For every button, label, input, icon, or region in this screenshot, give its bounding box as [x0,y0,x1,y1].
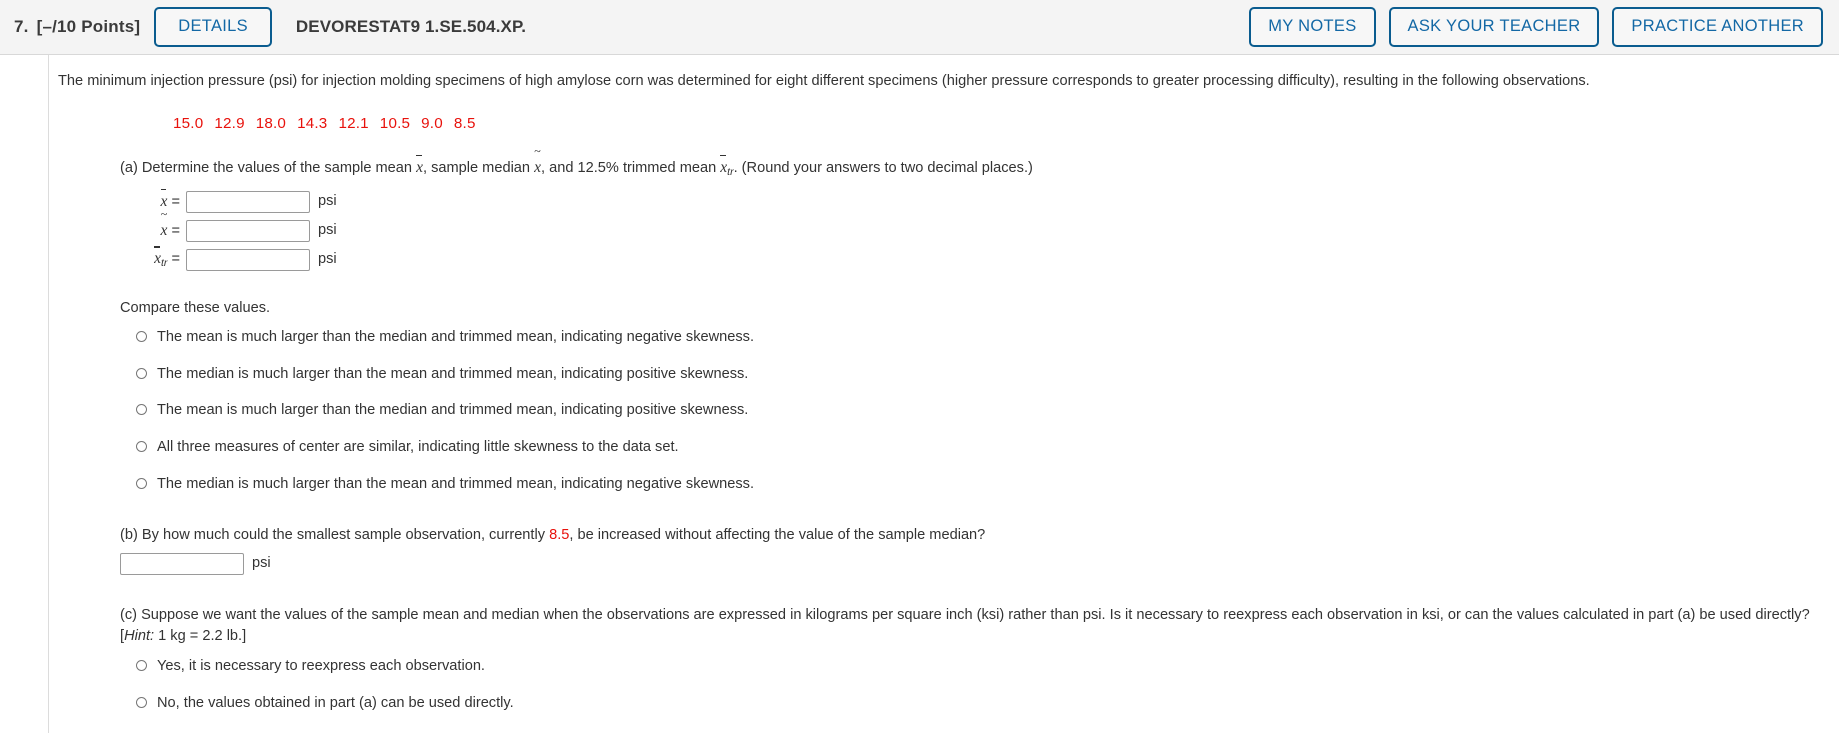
observation-value: 15.0 [173,114,204,132]
radio-button-icon[interactable] [136,659,147,671]
observation-value: 12.9 [214,114,245,132]
question-content: The minimum injection pressure (psi) for… [58,55,1839,714]
part-c-option-2[interactable]: No, the values obtained in part (a) can … [136,693,1821,715]
observation-value: 8.5 [453,114,476,132]
radio-button-icon[interactable] [136,404,147,416]
median-unit-label: psi [318,222,337,239]
radio-button-icon[interactable] [136,441,147,452]
header-actions: MY NOTES ASK YOUR TEACHER PRACTICE ANOTH… [1249,7,1829,47]
part-a-prompt-seg3: , and 12.5% trimmed mean [541,160,721,177]
trimmed-mean-input-label: xtr = [120,246,186,272]
points-label: [–/10 Points] [36,17,141,36]
option-label: All three measures of center are similar… [157,439,679,455]
question-number: 7. [14,17,29,36]
part-a-prompt-seg1: (a) Determine the values of the sample m… [120,160,417,177]
mean-input-row: x = psi [120,188,1821,214]
option-label: The mean is much larger than the median … [157,329,755,346]
part-c-option-1[interactable]: Yes, it is necessary to reexpress each o… [136,656,1821,678]
part-c-prompt-seg1: (c) Suppose we want the values of the sa… [120,606,1810,645]
equals-sign: = [171,193,180,210]
option-label: The mean is much larger than the median … [157,402,749,419]
observation-value: 14.3 [297,114,328,132]
trimmed-mean-unit-label: psi [318,251,337,268]
left-rule-divider [48,55,49,733]
mean-unit-label: psi [318,193,337,210]
trimmed-mean-input-row: xtr = psi [120,246,1821,272]
part-a-inputs: x = psi x = psi xtr = psi [120,188,1821,272]
option-label: The median is much larger than the mean … [157,365,749,382]
question-code: DEVORESTAT9 1.SE.504.XP. [295,17,527,36]
part-c-prompt: (c) Suppose we want the values of the sa… [120,605,1821,648]
trimmed-mean-input[interactable] [186,249,310,272]
part-b-unit-label: psi [252,554,271,571]
option-label: The median is much larger than the mean … [157,475,755,492]
part-a-option-3[interactable]: The mean is much larger than the median … [136,400,1821,422]
my-notes-button[interactable]: MY NOTES [1249,7,1376,47]
radio-button-icon[interactable] [136,696,147,708]
observation-value: 10.5 [379,114,411,132]
observations-list: 15.0 12.9 18.0 14.3 12.1 10.5 9.0 8.5 [173,113,1821,136]
equals-sign: = [171,251,180,268]
symbol-x-bar-tr: x [720,155,727,180]
option-label: No, the values obtained in part (a) can … [157,694,514,711]
symbol-x-bar: x [416,155,423,180]
radio-button-icon[interactable] [136,331,147,343]
part-b-input-row: psi [120,552,1821,575]
part-b-prompt: (b) By how much could the smallest sampl… [120,525,1821,547]
part-c-options: Yes, it is necessary to reexpress each o… [136,656,1821,714]
part-a-options: The mean is much larger than the median … [136,327,1821,495]
details-button[interactable]: DETAILS [154,7,272,47]
part-b-answer-input[interactable] [120,552,244,575]
observation-value: 12.1 [338,114,369,132]
part-c-prompt-seg2: 1 kg = 2.2 lb.] [154,628,247,645]
part-c-hint-label: Hint: [124,628,155,645]
part-a-option-1[interactable]: The mean is much larger than the median … [136,327,1821,349]
symbol-subscript-tr: tr [160,257,168,270]
part-a: (a) Determine the values of the sample m… [120,145,1821,495]
part-b: (b) By how much could the smallest sampl… [120,525,1821,575]
symbol-x-tilde: x [534,145,541,180]
symbol-x-bar-tr: x [154,246,161,271]
part-a-prompt-seg4: . (Round your answers to two decimal pla… [733,160,1033,177]
part-a-prompt: (a) Determine the values of the sample m… [120,145,1821,181]
practice-another-button[interactable]: PRACTICE ANOTHER [1612,7,1823,47]
symbol-x-tilde: x [161,208,168,243]
sample-median-input[interactable] [186,220,310,243]
mean-input-label: x = [120,188,186,214]
compare-values-label: Compare these values. [120,299,271,316]
question-number-and-points: 7. [–/10 Points] [10,17,140,37]
equals-sign: = [171,222,180,239]
part-a-prompt-seg2: , sample median [422,160,535,177]
observation-value: 18.0 [255,114,287,132]
part-b-smallest-value: 8.5 [549,527,570,544]
question-body: The minimum injection pressure (psi) for… [0,55,1839,733]
part-a-option-2[interactable]: The median is much larger than the mean … [136,364,1821,386]
option-label: Yes, it is necessary to reexpress each o… [157,657,485,674]
part-b-prompt-seg1: (b) By how much could the smallest sampl… [120,527,550,544]
observation-value: 9.0 [421,114,443,132]
question-header-bar: 7. [–/10 Points] DETAILS DEVORESTAT9 1.SE… [0,0,1839,55]
part-b-prompt-seg2: , be increased without affecting the val… [569,527,986,544]
part-a-option-5[interactable]: The median is much larger than the mean … [136,474,1821,496]
median-input-row: x = psi [120,208,1821,243]
ask-your-teacher-button[interactable]: ASK YOUR TEACHER [1388,7,1600,47]
sample-mean-input[interactable] [186,191,310,214]
part-c: (c) Suppose we want the values of the sa… [120,605,1821,714]
median-input-label: x = [120,208,186,243]
radio-button-icon[interactable] [136,477,147,489]
part-a-option-4[interactable]: All three measures of center are similar… [136,437,1821,459]
radio-button-icon[interactable] [136,367,147,379]
question-intro-text: The minimum injection pressure (psi) for… [58,73,1590,89]
